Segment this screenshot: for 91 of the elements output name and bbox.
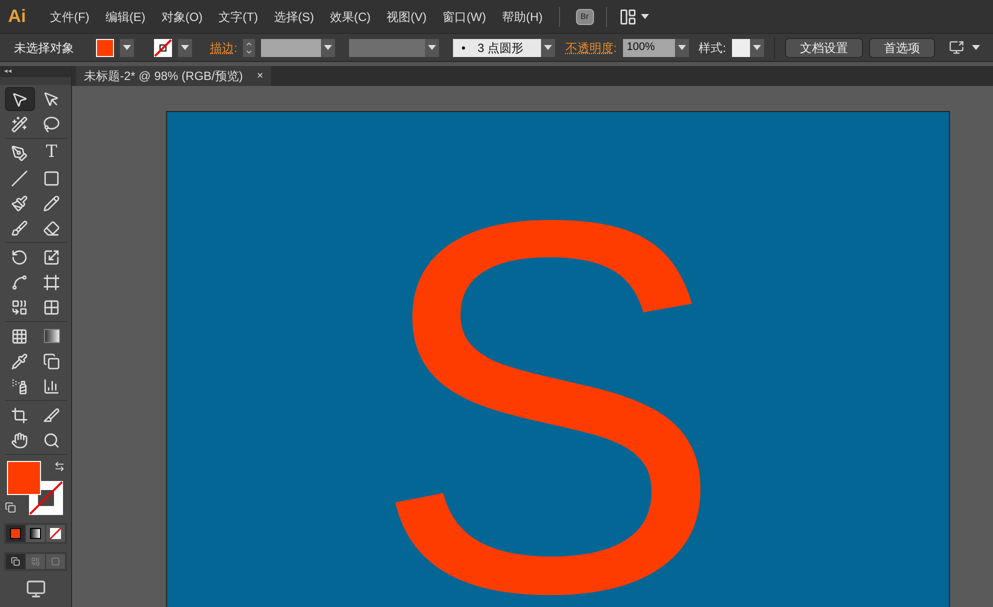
menu-item[interactable]: 视图(V) (378, 8, 435, 26)
caret-icon (972, 45, 980, 50)
dropdown-button[interactable] (178, 38, 192, 56)
stroke-weight-field[interactable] (261, 38, 322, 56)
label-colon: : (613, 40, 617, 56)
zoom-icon (43, 432, 60, 448)
tool-button[interactable]: T (36, 141, 66, 165)
swap-icon[interactable] (54, 461, 64, 472)
menu-item[interactable]: 对象(O) (153, 8, 211, 26)
opacity-field[interactable]: 100% (622, 38, 675, 56)
stroke-label[interactable]: 描边 (210, 38, 234, 56)
document-tab[interactable]: 未标题-2* @ 98% (RGB/预览) × (76, 66, 272, 86)
none-icon (50, 528, 61, 539)
grid-icon (43, 298, 60, 316)
line-icon (11, 170, 28, 186)
fill-swatch[interactable] (96, 38, 114, 56)
color-mode-button[interactable] (46, 525, 65, 542)
caret-icon (544, 45, 552, 50)
close-button[interactable]: × (256, 68, 264, 84)
stacked-squares-icon (11, 557, 20, 566)
bar-chart-icon (43, 378, 60, 394)
knife-icon (43, 406, 60, 424)
menu-item[interactable]: 选择(S) (266, 8, 322, 26)
blend-icon (43, 352, 60, 370)
fill-color-swatch[interactable] (6, 461, 40, 495)
label-colon: : (234, 40, 238, 56)
paintbrush-icon (11, 194, 28, 212)
spray-can-icon (11, 378, 28, 394)
variable-width-field[interactable] (349, 38, 426, 56)
wand-icon (11, 116, 28, 132)
hand-icon (11, 432, 28, 448)
artboard-icon (11, 406, 28, 424)
selection-status: 未选择对象 (14, 40, 74, 56)
pen-nib-icon (11, 144, 28, 162)
caret-icon (324, 45, 332, 50)
dropdown-button[interactable] (321, 38, 336, 56)
eyedropper-icon (11, 352, 28, 370)
curve-icon (11, 274, 28, 290)
style-swatch[interactable] (732, 38, 750, 56)
layout-icon (618, 8, 637, 26)
transform-frame-icon (43, 274, 60, 290)
caret-icon (428, 45, 436, 50)
square-icon (51, 557, 60, 566)
bridge-button[interactable]: Br (576, 8, 594, 24)
caret-icon (181, 45, 189, 50)
opacity-label[interactable]: 不透明度 (565, 38, 614, 56)
mesh-icon (11, 328, 28, 344)
artwork-letter: S (371, 142, 725, 607)
dropdown-button[interactable] (674, 38, 689, 56)
color-mode-button[interactable] (6, 525, 25, 542)
toolbar-button[interactable]: 文档设置 (785, 38, 864, 58)
pencil-icon (43, 194, 60, 212)
menu-item[interactable]: 文字(T) (210, 8, 266, 26)
menu-item[interactable]: 效果(C) (322, 8, 379, 26)
menu-item[interactable]: 编辑(E) (97, 8, 154, 26)
workspace-layout-button[interactable] (618, 8, 649, 26)
selection-arrow-icon (11, 90, 28, 108)
brush-field[interactable]: • 3 点圆形 (453, 38, 542, 56)
gradient-icon (30, 528, 41, 539)
stepper-icon[interactable] (243, 38, 256, 56)
tool-button[interactable] (4, 87, 34, 111)
eraser-icon (43, 220, 60, 236)
rectangle-icon (43, 170, 60, 186)
dropdown-button[interactable] (541, 38, 556, 56)
menu-item[interactable]: 文件(F) (42, 8, 98, 26)
caret-icon (678, 45, 686, 50)
toolbar-button[interactable]: 首选项 (869, 38, 936, 58)
scale-icon (43, 248, 60, 266)
arrow-icon (43, 90, 60, 108)
dropdown-button[interactable] (120, 38, 134, 56)
menu-item[interactable]: 窗口(W) (434, 8, 494, 26)
shape-builder-icon (11, 298, 28, 316)
style-label: 样式: (698, 40, 726, 56)
lasso-icon (43, 116, 60, 132)
screen-mode-icon[interactable] (26, 579, 46, 599)
menu-item[interactable]: 帮助(H) (494, 8, 551, 26)
brush-icon (11, 220, 28, 236)
panel-grip[interactable] (0, 77, 71, 85)
draw-mode-button[interactable] (6, 554, 25, 569)
dropdown-button[interactable] (425, 38, 440, 56)
dropdown-button[interactable] (750, 38, 764, 56)
none-swatch[interactable] (154, 38, 172, 56)
solid-color-icon (10, 528, 21, 539)
app-logo: Ai (8, 5, 26, 28)
panel-menu-button[interactable] (949, 40, 980, 55)
caret-icon (753, 45, 762, 50)
gradient-icon (44, 329, 60, 343)
caret-icon (640, 14, 649, 19)
color-mode-button[interactable] (26, 525, 45, 542)
caret-icon (123, 45, 131, 50)
rotate-icon (11, 248, 28, 266)
